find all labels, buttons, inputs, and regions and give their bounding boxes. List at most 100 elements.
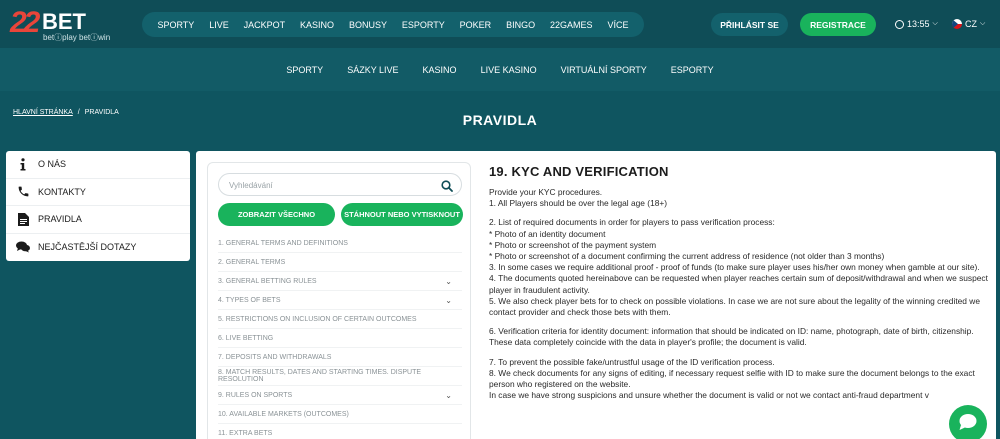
toc-item-label: 5. RESTRICTIONS ON INCLUSION OF CERTAIN …	[218, 315, 417, 323]
sidebar-item-faq[interactable]: NEJČASTĚJŠÍ DOTAZY	[6, 234, 190, 262]
search-input[interactable]	[229, 178, 439, 192]
subnav-esporty[interactable]: ESPORTY	[671, 65, 714, 75]
toc-item-label: 4. TYPES OF BETS	[218, 296, 281, 304]
logo-tagline: betⓘplay betⓘwin	[43, 33, 111, 42]
sidebar-item-contacts[interactable]: KONTAKTY	[6, 179, 190, 206]
table-of-contents: ZOBRAZIT VŠECHNO STÁHNOUT NEBO VYTISKNOU…	[207, 162, 471, 439]
toc-item-label: 8. MATCH RESULTS, DATES AND STARTING TIM…	[218, 369, 422, 383]
subnav-live-bets[interactable]: SÁZKY LIVE	[347, 65, 398, 75]
register-button[interactable]: REGISTRACE	[800, 13, 876, 36]
live-chat-button[interactable]	[949, 405, 987, 439]
clock-selector[interactable]: 13:55 ⌵	[895, 17, 938, 31]
toc-item[interactable]: 9. RULES ON SPORTS ⌄	[218, 386, 462, 405]
toc-item[interactable]: 2. GENERAL TERMS	[218, 253, 462, 272]
chevron-down-icon: ⌵	[932, 20, 938, 27]
article-block-1: Provide your KYC procedures. 1. All Play…	[489, 187, 989, 209]
sidebar-item-label: O NÁS	[38, 159, 67, 170]
chat-bubbles-icon	[16, 240, 30, 254]
nav-kasino[interactable]: KASINO	[300, 20, 334, 30]
phone-icon	[16, 185, 30, 199]
nav-22games[interactable]: 22GAMES	[550, 20, 593, 30]
toc-item[interactable]: 7. DEPOSITS AND WITHDRAWALS	[218, 348, 462, 367]
logo-number: 22	[10, 6, 40, 39]
page-title: PRAVIDLA	[462, 112, 538, 128]
article-line: 6. Verification criteria for identity do…	[489, 326, 974, 348]
toc-item[interactable]: 4. TYPES OF BETS ⌄	[218, 291, 462, 310]
main-nav: SPORTY LIVE JACKPOT KASINO BONUSY ESPORT…	[142, 12, 644, 37]
toc-item-label: 3. GENERAL BETTING RULES	[218, 277, 317, 285]
toc-item[interactable]: 3. GENERAL BETTING RULES ⌄	[218, 272, 462, 291]
article-line: * Photo or screenshot of a document conf…	[489, 251, 885, 262]
article-title: 19. KYC AND VERIFICATION	[489, 164, 669, 179]
top-header: 22 BET betⓘplay betⓘwin SPORTY LIVE JACK…	[0, 0, 1000, 48]
document-icon	[16, 212, 30, 226]
nav-jackpot[interactable]: JACKPOT	[244, 20, 286, 30]
chevron-down-icon[interactable]: ⌄	[445, 277, 452, 286]
article-block-3: 6. Verification criteria for identity do…	[489, 326, 989, 348]
toc-item-label: 9. RULES ON SPORTS	[218, 391, 293, 399]
toc-list: 1. GENERAL TERMS AND DEFINITIONS 2. GENE…	[218, 234, 462, 439]
nav-poker[interactable]: POKER	[460, 20, 492, 30]
article-line: 1. All Players should be over the legal …	[489, 198, 668, 209]
article-line: 7. To prevent the possible fake/untrustf…	[489, 356, 775, 367]
logo-brand: BET	[42, 9, 86, 34]
search-icon[interactable]	[441, 179, 453, 192]
toc-item[interactable]: 10. AVAILABLE MARKETS (OUTCOMES)	[218, 405, 462, 424]
article: 19. KYC AND VERIFICATION Provide your KY…	[489, 164, 989, 401]
article-line: * Photo or screenshot of the payment sys…	[489, 239, 657, 250]
chevron-down-icon: ⌵	[980, 20, 986, 27]
show-all-button[interactable]: ZOBRAZIT VŠECHNO	[218, 203, 335, 226]
subnav-virtual-sports[interactable]: VIRTUÁLNÍ SPORTY	[561, 65, 647, 75]
sidebar-item-rules[interactable]: PRAVIDLA	[6, 206, 190, 234]
article-line: * Photo of an identity document	[489, 228, 606, 239]
sidebar-item-label: PRAVIDLA	[38, 214, 82, 225]
subnav-kasino[interactable]: KASINO	[423, 65, 457, 75]
toc-item[interactable]: 8. MATCH RESULTS, DATES AND STARTING TIM…	[218, 367, 462, 386]
login-button[interactable]: PŘIHLÁSIT SE	[711, 13, 788, 36]
subnav-sporty[interactable]: SPORTY	[286, 65, 323, 75]
chat-icon	[958, 413, 978, 436]
sidebar-item-label: NEJČASTĚJŠÍ DOTAZY	[38, 242, 137, 253]
chevron-down-icon[interactable]: ⌄	[445, 296, 452, 305]
toc-item-label: 2. GENERAL TERMS	[218, 258, 286, 266]
article-block-4: 7. To prevent the possible fake/untrustf…	[489, 357, 989, 402]
sidebar-item-label: KONTAKTY	[38, 186, 86, 197]
nav-more[interactable]: VÍCE	[607, 20, 628, 30]
article-line: 3. In some cases we require additional p…	[489, 262, 980, 273]
czech-flag-icon	[952, 19, 962, 29]
info-icon	[16, 157, 30, 171]
toc-item-label: 11. EXTRA BETS	[218, 429, 273, 437]
subnav-live-kasino[interactable]: LIVE KASINO	[481, 65, 537, 75]
article-line: 8. We check documents for any signs of e…	[489, 367, 975, 390]
toc-item-label: 1. GENERAL TERMS AND DEFINITIONS	[218, 239, 348, 247]
article-line: In case we have strong suspicions and un…	[489, 390, 929, 401]
article-block-2: 2. List of required documents in order f…	[489, 217, 989, 318]
nav-esporty[interactable]: ESPORTY	[402, 20, 445, 30]
toc-item[interactable]: 1. GENERAL TERMS AND DEFINITIONS	[218, 234, 462, 253]
sidebar-item-about[interactable]: O NÁS	[6, 151, 190, 179]
toc-item-label: 6. LIVE BETTING	[218, 334, 274, 342]
nav-bonusy[interactable]: BONUSY	[349, 20, 387, 30]
secondary-nav: SPORTY SÁZKY LIVE KASINO LIVE KASINO VIR…	[0, 48, 1000, 91]
toc-item[interactable]: 6. LIVE BETTING	[218, 329, 462, 348]
article-line: 2. List of required documents in order f…	[489, 217, 775, 228]
chevron-down-icon[interactable]: ⌄	[445, 391, 452, 400]
article-line: 5. We also check player bets for to chec…	[489, 295, 980, 318]
sidebar: O NÁS KONTAKTY PRAVIDLA NEJČASTĚJŠÍ DOTA…	[6, 151, 190, 261]
download-print-button[interactable]: STÁHNOUT NEBO VYTISKNOUT	[341, 203, 463, 226]
language-code: CZ	[965, 19, 977, 29]
nav-bingo[interactable]: BINGO	[506, 20, 535, 30]
main-content: ZOBRAZIT VŠECHNO STÁHNOUT NEBO VYTISKNOU…	[196, 151, 996, 439]
article-line: Provide your KYC procedures.	[489, 187, 603, 197]
language-selector[interactable]: CZ ⌵	[952, 17, 985, 31]
toc-item-label: 10. AVAILABLE MARKETS (OUTCOMES)	[218, 410, 349, 418]
clock-time: 13:55	[907, 19, 930, 29]
clock-icon	[895, 19, 904, 29]
article-line: 4. The documents quoted hereinabove can …	[489, 273, 988, 295]
toc-item[interactable]: 5. RESTRICTIONS ON INCLUSION OF CERTAIN …	[218, 310, 462, 329]
toc-item[interactable]: 11. EXTRA BETS	[218, 424, 462, 439]
nav-sporty[interactable]: SPORTY	[157, 20, 194, 30]
toc-item-label: 7. DEPOSITS AND WITHDRAWALS	[218, 353, 332, 361]
logo[interactable]: 22 BET betⓘplay betⓘwin	[10, 6, 130, 43]
nav-live[interactable]: LIVE	[209, 20, 229, 30]
